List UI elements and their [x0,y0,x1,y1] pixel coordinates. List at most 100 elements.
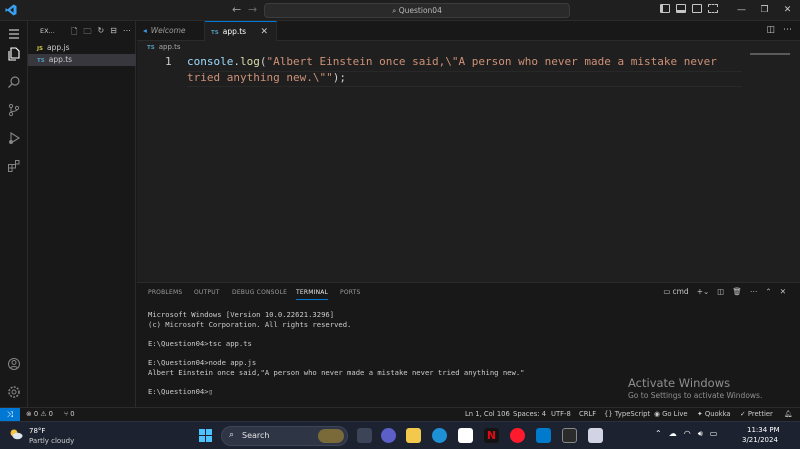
more-actions-icon[interactable]: ⋯ [123,26,131,40]
ports-status[interactable]: ⑂ 0 [64,410,75,418]
weather-temperature[interactable]: 78°F [29,427,45,435]
quokka-button[interactable]: ✦ Quokka [697,410,731,418]
line-ending[interactable]: CRLF [579,410,596,418]
vscode-taskbar-icon[interactable] [536,428,551,443]
clock-time[interactable]: 11:34 PM [747,426,780,434]
taskbar-search-box[interactable]: ⌕ Search [221,426,348,446]
maximize-panel-icon[interactable]: ⌃ [765,287,771,296]
terminal-line: Albert Einstein once said,"A person who … [148,367,525,377]
terminal-app-icon[interactable] [562,428,577,443]
file-explorer-icon[interactable] [406,428,421,443]
cursor-position[interactable]: Ln 1, Col 106 [465,410,510,418]
go-live-button[interactable]: ◉ Go Live [654,410,688,418]
line-number: 1 [165,55,172,68]
wifi-icon[interactable]: ◠ [684,429,691,439]
new-terminal-icon[interactable]: +⌄ [697,287,710,296]
source-control-icon[interactable] [7,103,21,117]
edge-browser-icon[interactable] [432,428,447,443]
forward-arrow-icon[interactable]: → [248,3,257,16]
explorer-icon[interactable] [7,47,21,61]
new-file-icon[interactable]: 🗋 [71,26,77,40]
tab-output[interactable]: OUTPUT [194,289,220,296]
tab-terminal[interactable]: TERMINAL [296,289,329,300]
search-icon: ⌕ [392,6,399,15]
snipping-tool-icon[interactable] [588,428,603,443]
chevron-up-icon[interactable]: ⌃ [655,429,662,439]
remote-indicator-icon[interactable]: ⤨ [0,408,20,421]
minimize-button[interactable]: — [730,2,753,18]
menu-icon[interactable] [7,27,21,41]
more-actions-icon[interactable]: ⋯ [750,287,758,296]
notifications-bell-icon[interactable]: 🔔︎ [784,410,793,418]
language-mode[interactable]: {} TypeScript [604,410,650,418]
customize-layout-icon[interactable] [708,4,718,13]
tab-debug-console[interactable]: DEBUG CONSOLE [232,289,287,296]
file-item-app-ts[interactable]: TS app.ts [28,54,136,66]
clock-date[interactable]: 3/21/2024 [742,436,778,444]
split-editor-icon[interactable]: ◫ [766,25,775,35]
activate-subtitle: Go to Settings to activate Windows. [628,391,763,400]
settings-gear-icon[interactable] [7,385,21,399]
breadcrumb[interactable]: TS app.ts [147,43,181,51]
taskbar-search-label: Search [242,431,270,440]
maximize-button[interactable]: ❐ [753,2,776,18]
new-folder-icon[interactable]: 🗀 [83,26,91,40]
run-debug-icon[interactable] [7,131,21,145]
account-icon[interactable] [7,357,21,371]
problems-status[interactable]: ⊗ 0 ⚠ 0 [26,410,53,418]
collapse-all-icon[interactable]: ⊟ [110,26,117,40]
toggle-panel-icon[interactable] [676,4,686,13]
terminal-actions: ▭ cmd +⌄ ◫ 🗑 ⋯ ⌃ ✕ [663,287,786,296]
close-tab-icon[interactable]: ✕ [260,22,268,42]
terminal-output[interactable]: Microsoft Windows [Version 10.0.22621.32… [148,310,524,396]
close-panel-icon[interactable]: ✕ [780,287,786,296]
command-center-search[interactable]: ⌕ Question04 [264,3,570,18]
workspace-name: Question04 [398,6,442,15]
more-actions-icon[interactable]: ⋯ [783,25,792,35]
extensions-icon[interactable] [7,159,21,173]
trash-icon[interactable]: 🗑 [732,287,742,296]
prettier-button[interactable]: ✓ Prettier [740,410,773,418]
tab-app-ts[interactable]: TS app.ts ✕ [205,21,277,41]
activate-windows-watermark: Activate Windows Go to Settings to activ… [628,376,762,400]
microsoft-store-icon[interactable] [458,428,473,443]
teams-icon[interactable] [381,428,396,443]
battery-icon[interactable]: ▭ [710,429,718,439]
indentation[interactable]: Spaces: 4 [513,410,546,418]
toggle-sidebar-icon[interactable] [660,4,670,13]
file-item-app-js[interactable]: JS app.js [28,42,136,54]
toggle-secondary-sidebar-icon[interactable] [692,4,702,13]
refresh-icon[interactable]: ↻ [97,26,104,40]
windows-start-icon[interactable] [199,429,212,442]
code-token-dot: . [233,55,240,68]
task-view-icon[interactable] [357,428,372,443]
opera-browser-icon[interactable] [510,428,525,443]
typescript-file-icon: TS [211,30,219,36]
weather-description[interactable]: Partly cloudy [29,437,74,445]
code-editor[interactable]: TS app.ts 1 console.log("Albert Einstein … [137,41,800,282]
tab-welcome[interactable]: ◂ Welcome [137,21,205,41]
back-arrow-icon[interactable]: ← [232,3,241,16]
typescript-file-icon: TS [37,58,45,64]
activate-title: Activate Windows [628,376,731,390]
code-line[interactable]: console.log("Albert Einstein once said,\… [187,54,747,86]
layout-controls [660,4,718,13]
close-window-button[interactable]: ✕ [776,2,799,18]
netflix-icon[interactable]: N [484,428,499,443]
encoding[interactable]: UTF-8 [551,410,571,418]
system-tray: ⌃ ☁ ◠ 🔊︎ ▭ [655,429,717,439]
code-token-close: ); [332,71,346,84]
shell-name[interactable]: cmd [673,287,689,296]
split-terminal-icon[interactable]: ◫ [717,287,724,296]
vscode-logo-icon[interactable] [5,4,17,16]
tab-ports[interactable]: PORTS [340,289,361,296]
minimap[interactable] [750,53,790,55]
editor-actions: ◫ ⋯ [766,25,792,35]
code-token-string-wrap: tried anything new.\"" [187,71,333,84]
volume-icon[interactable]: 🔊︎ [698,429,703,439]
explorer-sidebar: EX... 🗋 🗀 ↻ ⊟ ⋯ JS app.js TS app.ts [28,21,136,407]
cloud-icon[interactable]: ☁ [669,429,677,439]
search-icon[interactable] [7,75,21,89]
tab-problems[interactable]: PROBLEMS [148,289,182,296]
terminal-line: Microsoft Windows [Version 10.0.22621.32… [148,310,335,319]
